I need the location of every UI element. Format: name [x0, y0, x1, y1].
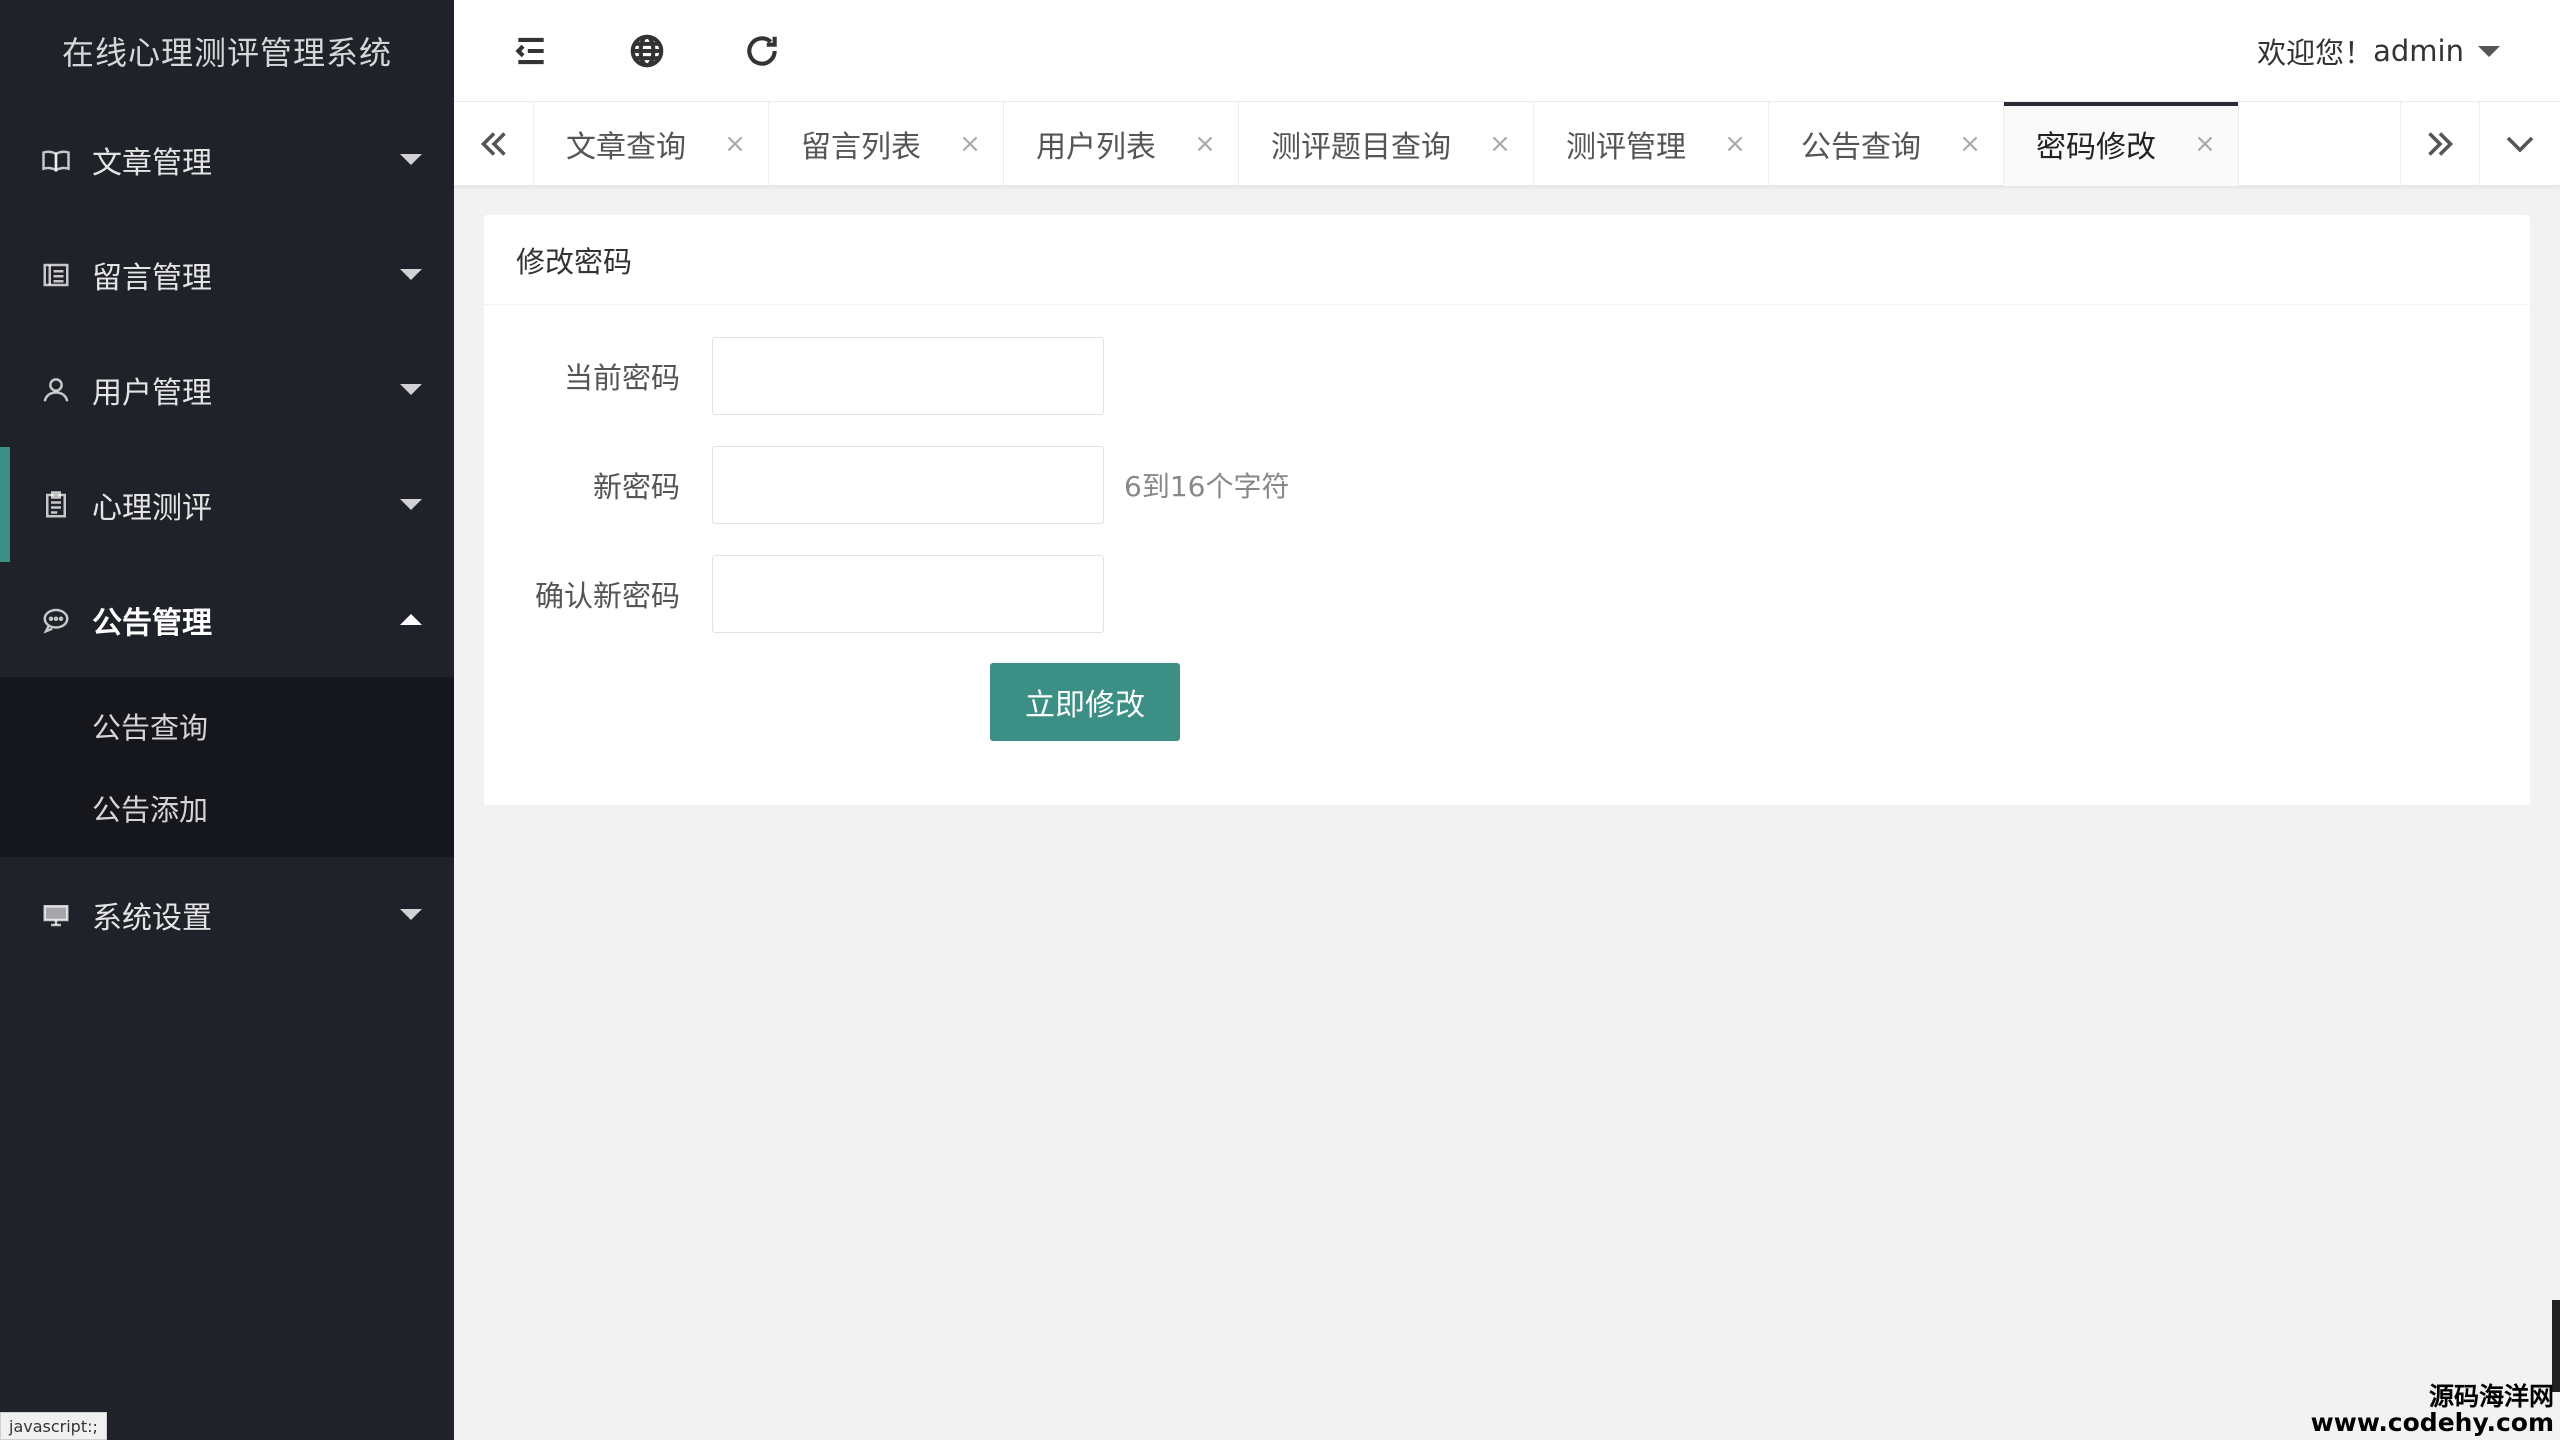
tab-label: 用户列表 — [1036, 130, 1156, 165]
tab-scroll-right-button[interactable] — [2400, 102, 2480, 186]
message-board-icon — [40, 259, 72, 291]
sidebar-item-label: 系统设置 — [92, 900, 212, 936]
clipboard-icon — [40, 489, 72, 521]
tab-label: 密码修改 — [2036, 130, 2156, 165]
user-menu[interactable]: 欢迎您！ admin — [2257, 28, 2500, 74]
card-title: 修改密码 — [484, 215, 2530, 305]
close-icon[interactable]: × — [957, 129, 983, 159]
tab-options-button[interactable] — [2480, 102, 2560, 186]
top-header: 欢迎您！ admin — [454, 0, 2560, 102]
close-icon[interactable]: × — [2192, 129, 2218, 159]
new-password-hint: 6到16个字符 — [1124, 470, 1290, 503]
submenu-item-announcement-query[interactable]: 公告查询 — [0, 685, 454, 767]
tab-label: 公告查询 — [1801, 130, 1921, 165]
sidebar-item-label: 心理测评 — [92, 490, 212, 526]
confirm-password-input[interactable] — [712, 555, 1104, 633]
chevron-down-icon — [400, 909, 422, 920]
close-icon[interactable]: × — [1487, 129, 1513, 159]
chevron-down-icon — [2506, 136, 2534, 153]
tab-bar: 文章查询 × 留言列表 × 用户列表 × 测评题目查询 × 测评管理 × 公告查… — [454, 102, 2560, 186]
tab-password-change[interactable]: 密码修改 × — [2004, 102, 2239, 186]
tab-list: 文章查询 × 留言列表 × 用户列表 × 测评题目查询 × 测评管理 × 公告查… — [534, 102, 2239, 186]
sidebar: 在线心理测评管理系统 文章管理 留言管理 用户管理 心理测评 公告管理 公告查询… — [0, 0, 454, 1440]
submit-button[interactable]: 立即修改 — [990, 663, 1180, 741]
chevron-down-icon — [400, 269, 422, 280]
form-row-new-password: 新密码 6到16个字符 — [484, 446, 1289, 524]
submenu-item-announcement-add[interactable]: 公告添加 — [0, 767, 454, 849]
close-icon[interactable]: × — [1192, 129, 1218, 159]
form-row-current-password: 当前密码 — [484, 337, 1104, 415]
monitor-icon — [40, 899, 72, 931]
sidebar-item-label: 留言管理 — [92, 260, 212, 296]
chevron-down-icon — [400, 154, 422, 165]
close-icon[interactable]: × — [1722, 129, 1748, 159]
website-button[interactable] — [624, 28, 670, 74]
menu-collapse-icon — [515, 37, 544, 65]
refresh-button[interactable] — [739, 28, 785, 74]
double-chevron-right-icon — [2428, 132, 2454, 156]
watermark-line-1: 源码海洋网 — [2428, 1382, 2554, 1411]
welcome-text: 欢迎您！ — [2257, 36, 2374, 70]
watermark: 源码海洋网 www.codehy.com — [2311, 1384, 2554, 1436]
close-icon[interactable]: × — [1957, 129, 1983, 159]
chat-bubble-icon — [40, 604, 72, 636]
tab-announcement-query[interactable]: 公告查询 × — [1769, 102, 2004, 186]
status-bar-link: javascript:; — [0, 1412, 107, 1440]
sidebar-item-label: 文章管理 — [92, 145, 212, 181]
sidebar-item-assessment[interactable]: 心理测评 — [0, 447, 454, 562]
app-title: 在线心理测评管理系统 — [61, 34, 392, 72]
current-password-label: 当前密码 — [563, 361, 680, 395]
tab-assessment-management[interactable]: 测评管理 × — [1534, 102, 1769, 186]
chevron-up-icon — [400, 614, 422, 625]
form-row-confirm-password: 确认新密码 — [484, 555, 1104, 633]
close-icon[interactable]: × — [722, 129, 748, 159]
tab-label: 测评题目查询 — [1271, 130, 1451, 165]
tab-user-list[interactable]: 用户列表 × — [1004, 102, 1239, 186]
user-icon — [40, 374, 72, 406]
chevron-down-icon — [400, 499, 422, 510]
double-chevron-left-icon — [480, 132, 506, 156]
edge-handle — [2552, 1300, 2560, 1392]
confirm-password-label: 确认新密码 — [534, 579, 680, 613]
globe-icon — [630, 34, 664, 68]
new-password-input[interactable] — [712, 446, 1104, 524]
sidebar-item-messages[interactable]: 留言管理 — [0, 217, 454, 332]
current-password-input[interactable] — [712, 337, 1104, 415]
tab-label: 测评管理 — [1566, 130, 1686, 165]
sidebar-item-label: 用户管理 — [92, 375, 212, 411]
chevron-down-icon — [400, 384, 422, 395]
chevron-down-icon — [2478, 45, 2500, 57]
watermark-line-2: www.codehy.com — [2310, 1408, 2554, 1437]
tab-label: 文章查询 — [566, 130, 686, 165]
sidebar-item-settings[interactable]: 系统设置 — [0, 857, 454, 972]
announcement-submenu: 公告查询 公告添加 — [0, 677, 454, 857]
tab-article-query[interactable]: 文章查询 × — [534, 102, 769, 186]
sidebar-item-articles[interactable]: 文章管理 — [0, 102, 454, 217]
refresh-icon — [747, 36, 777, 66]
username: admin — [2373, 34, 2464, 68]
tab-scroll-left-button[interactable] — [454, 102, 534, 186]
sidebar-item-users[interactable]: 用户管理 — [0, 332, 454, 447]
tab-message-list[interactable]: 留言列表 × — [769, 102, 1004, 186]
menu-collapse-button[interactable] — [508, 28, 554, 74]
password-change-card: 修改密码 当前密码 新密码 6到16个字符 确认新密码 立即修改 — [484, 215, 2530, 805]
new-password-label: 新密码 — [592, 470, 680, 504]
sidebar-item-announcements[interactable]: 公告管理 — [0, 562, 454, 677]
tab-question-query[interactable]: 测评题目查询 × — [1239, 102, 1534, 186]
sidebar-item-label: 公告管理 — [92, 605, 212, 641]
tab-label: 留言列表 — [801, 130, 921, 165]
book-icon — [40, 144, 72, 176]
